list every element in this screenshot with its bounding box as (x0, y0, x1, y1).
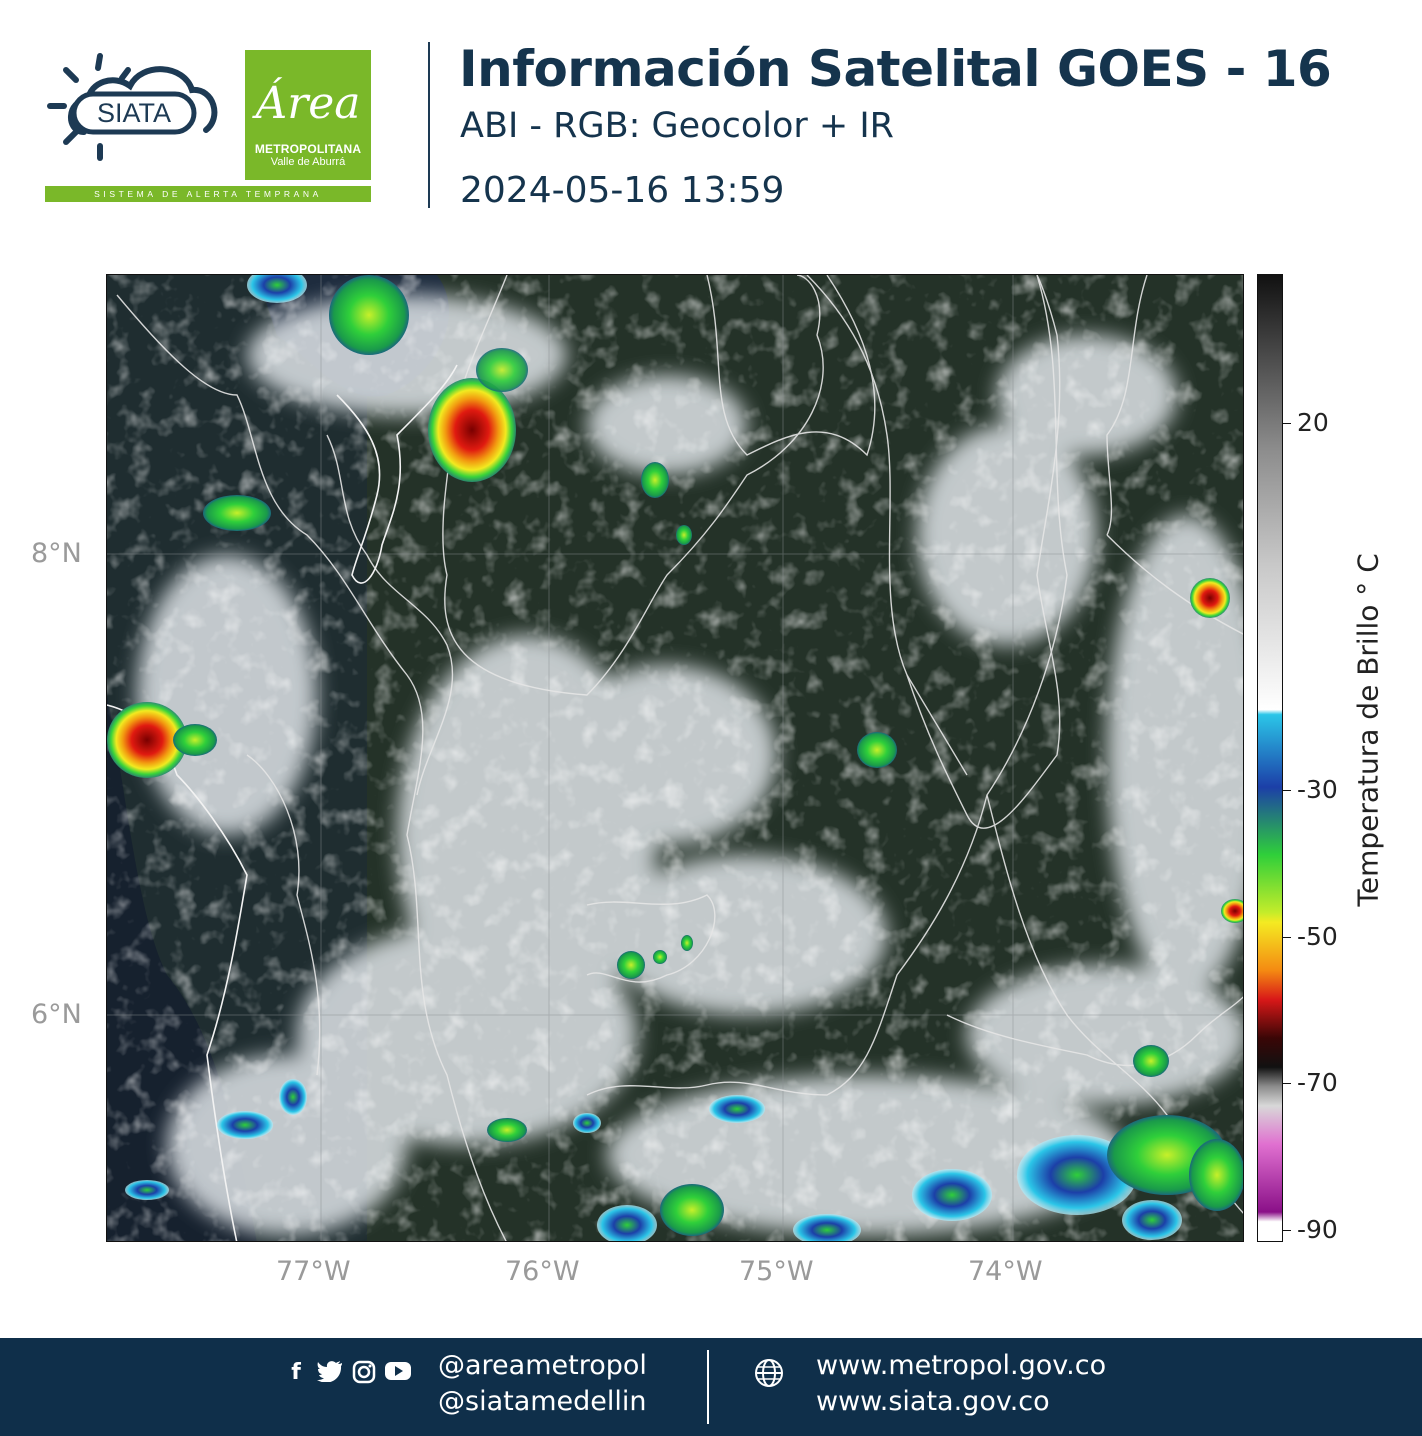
area-metropolitana-logo: Área METROPOLITANA Valle de Aburrá (245, 50, 371, 180)
siata-logo-text: SIATA (97, 98, 171, 128)
siata-logo: SIATA (44, 48, 224, 168)
colorbar-tick-20: 20 (1297, 408, 1329, 437)
lon-label-75w: 75°W (739, 1256, 814, 1287)
lat-label-8n: 8°N (31, 538, 82, 569)
instagram-icon[interactable] (350, 1360, 378, 1386)
colorbar-tick-mark (1283, 1230, 1291, 1231)
header-divider (428, 42, 430, 208)
tagline: SISTEMA DE ALERTA TEMPRANA (45, 186, 371, 202)
colorbar-tick-mark (1283, 423, 1291, 424)
colorbar-tick-minus70: -70 (1297, 1068, 1338, 1097)
colorbar (1257, 274, 1283, 1242)
site-metropol[interactable]: www.metropol.gov.co (816, 1350, 1106, 1381)
colorbar-tick-mark (1283, 1083, 1291, 1084)
handle-areametropol[interactable]: @areametropol (438, 1350, 647, 1381)
lon-label-74w: 74°W (968, 1256, 1043, 1287)
colorbar-tick-minus50: -50 (1297, 922, 1338, 951)
area-logo-line2: Valle de Aburrá (270, 156, 346, 168)
site-siata[interactable]: www.siata.gov.co (816, 1386, 1050, 1417)
colorbar-tick-minus90: -90 (1297, 1215, 1338, 1244)
lat-label-6n: 6°N (31, 999, 82, 1030)
area-logo-word: Área (255, 78, 361, 129)
lon-label-76w: 76°W (505, 1256, 580, 1287)
footer-divider (707, 1350, 709, 1424)
area-logo-line1: METROPOLITANA (254, 142, 362, 156)
satellite-map (106, 274, 1244, 1242)
handle-siatamedellin[interactable]: @siatamedellin (438, 1386, 647, 1417)
page-subtitle: ABI - RGB: Geocolor + IR (460, 106, 894, 146)
footer: f @areametropol @siatamedellin www.metro… (0, 1338, 1422, 1436)
colorbar-tick-mark (1283, 937, 1291, 938)
twitter-icon[interactable] (316, 1360, 344, 1386)
page-title: Información Satelital GOES - 16 (459, 40, 1332, 98)
lon-label-77w: 77°W (276, 1256, 351, 1287)
colorbar-tick-minus30: -30 (1297, 775, 1338, 804)
youtube-icon[interactable] (384, 1360, 412, 1386)
facebook-icon[interactable]: f (282, 1360, 310, 1386)
colorbar-tick-mark (1283, 790, 1291, 791)
globe-icon (754, 1358, 784, 1388)
timestamp: 2024-05-16 13:59 (460, 170, 785, 211)
social-icons: f (282, 1360, 412, 1386)
colorbar-label: Temperatura de Brillo ° C (1351, 553, 1385, 907)
